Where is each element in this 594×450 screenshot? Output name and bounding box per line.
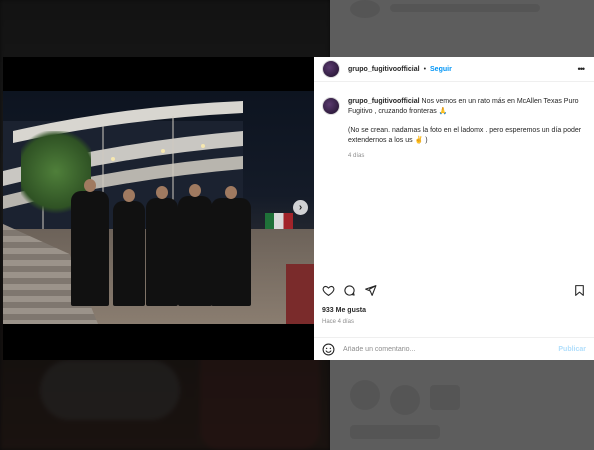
post-media: › [3,57,314,360]
person [113,189,145,306]
caption-text-2: (No se crean. nadamas la foto en el lado… [348,127,582,144]
more-options-icon[interactable]: ••• [578,64,586,74]
carousel-next-button[interactable]: › [293,200,308,215]
comment-icon[interactable] [343,284,356,297]
person [146,186,178,306]
send-icon[interactable] [364,284,377,297]
likes-count[interactable]: 933 Me gusta [322,307,366,314]
person [211,186,251,306]
flag-sign [265,213,293,229]
post-username[interactable]: grupo_fugitivoofficial [348,66,420,73]
emoji-icon[interactable] [322,343,335,356]
avatar[interactable] [322,60,340,78]
caption-avatar[interactable] [322,97,340,115]
follow-button[interactable]: Seguir [430,66,452,73]
post-header: grupo_fugitivoofficial • Seguir ••• [314,57,594,82]
bookmark-icon[interactable] [573,284,586,297]
post-caption: grupo_fugitivoofficial Nos vemos en un r… [314,82,594,161]
post-modal: › grupo_fugitivoofficial • Seguir ••• gr… [3,57,594,360]
header-separator: • [423,65,427,73]
post-actions [322,283,586,297]
comment-input[interactable] [343,345,543,353]
comment-bar: Publicar [314,337,594,360]
person [178,184,212,306]
post-time: Hace 4 días [322,319,355,325]
publish-button[interactable]: Publicar [558,346,586,353]
caption-timestamp: 4 días [348,153,365,159]
post-photo[interactable] [3,91,314,324]
red-wall [286,264,314,324]
caption-username[interactable]: grupo_fugitivoofficial [348,98,420,105]
person [71,179,109,306]
post-details-panel: grupo_fugitivoofficial • Seguir ••• grup… [314,57,594,360]
heart-icon[interactable] [322,284,335,297]
